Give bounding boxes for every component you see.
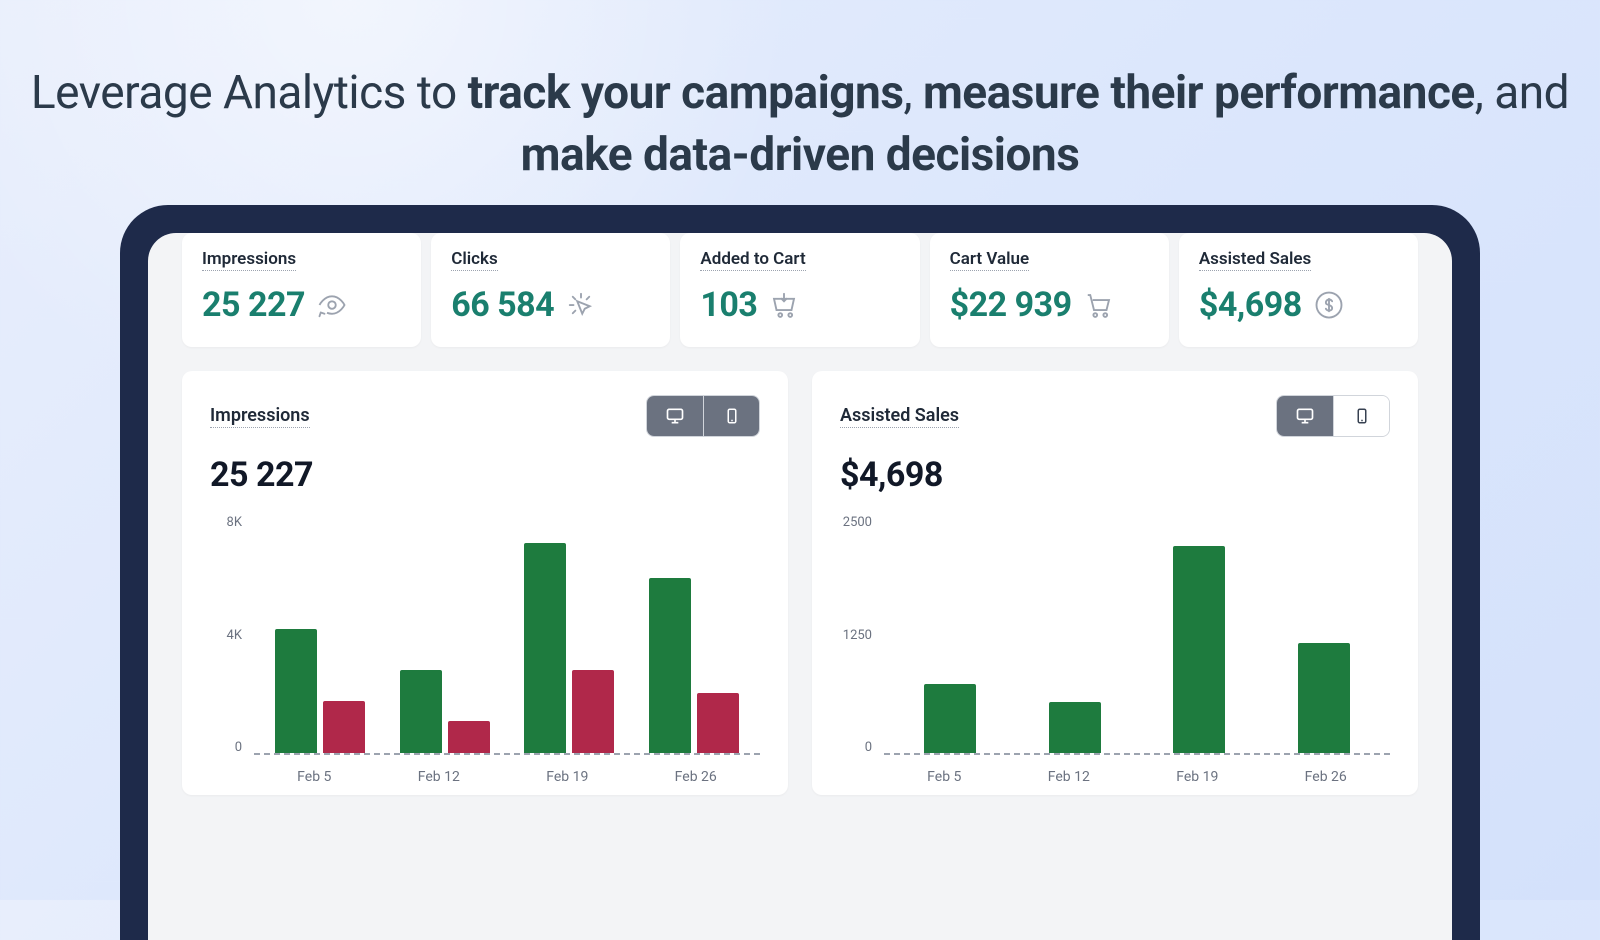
- headline-text: ,: [903, 66, 922, 120]
- stat-label: Impressions: [202, 249, 296, 271]
- y-tick: 0: [210, 740, 242, 755]
- x-tick: Feb 12: [418, 769, 460, 785]
- impressions-chart: 8K 4K 0: [210, 515, 760, 785]
- stat-card-impressions[interactable]: Impressions 25 227: [182, 233, 421, 347]
- chart-card-impressions: Impressions 25 227 8K 4K: [182, 371, 788, 795]
- device-frame: Impressions 25 227 Clicks 66 584: [120, 205, 1480, 940]
- headline-bold: make data-driven decisions: [521, 128, 1080, 182]
- y-tick: 2500: [840, 515, 872, 530]
- plot-area: [884, 523, 1390, 755]
- bar-primary: [275, 629, 317, 753]
- y-axis: 8K 4K 0: [210, 515, 250, 755]
- chart-title: Impressions: [210, 405, 310, 428]
- headline-bold: track your campaigns: [468, 66, 904, 120]
- x-tick: Feb 5: [927, 769, 961, 785]
- chart-title: Assisted Sales: [840, 405, 959, 428]
- chart-card-assisted-sales: Assisted Sales $4,698 2500 1250: [812, 371, 1418, 795]
- headline-text: , and: [1475, 66, 1569, 120]
- y-tick: 4K: [210, 628, 242, 643]
- stat-card-cart-value[interactable]: Cart Value $22 939: [930, 233, 1169, 347]
- bar-primary: [1049, 702, 1101, 753]
- device-toggle: [646, 395, 760, 437]
- dashboard-screen: Impressions 25 227 Clicks 66 584: [148, 233, 1452, 940]
- assisted-sales-chart: 2500 1250 0: [840, 515, 1390, 785]
- click-icon: [566, 290, 596, 320]
- y-tick: 0: [840, 740, 872, 755]
- chart-big-value: 25 227: [210, 455, 760, 495]
- x-axis: Feb 5 Feb 12 Feb 19 Feb 26: [254, 769, 760, 785]
- bar-primary: [1298, 643, 1350, 753]
- page-headline: Leverage Analytics to track your campaig…: [0, 0, 1600, 186]
- dollar-circle-icon: [1314, 290, 1344, 320]
- stat-card-assisted-sales[interactable]: Assisted Sales $4,698: [1179, 233, 1418, 347]
- headline-text: Leverage Analytics to: [31, 66, 468, 120]
- bar-primary: [924, 684, 976, 753]
- x-tick: Feb 19: [546, 769, 588, 785]
- bar-secondary: [572, 670, 614, 753]
- bar-group: [1013, 523, 1138, 753]
- headline-bold: measure their performance: [923, 66, 1475, 120]
- x-tick: Feb 5: [297, 769, 331, 785]
- mobile-toggle[interactable]: [703, 396, 759, 436]
- stat-label: Cart Value: [950, 249, 1030, 271]
- stat-value: 103: [700, 285, 757, 325]
- bar-secondary: [697, 693, 739, 753]
- bar-group: [1137, 523, 1262, 753]
- bar-primary: [1173, 546, 1225, 753]
- stat-value: $22 939: [950, 285, 1072, 325]
- plot-area: [254, 523, 760, 755]
- stat-value: $4,698: [1199, 285, 1302, 325]
- bar-primary: [524, 543, 566, 753]
- mobile-toggle[interactable]: [1333, 396, 1389, 436]
- stat-label: Clicks: [451, 249, 498, 271]
- bar-primary: [649, 578, 691, 753]
- x-tick: Feb 19: [1176, 769, 1218, 785]
- y-axis: 2500 1250 0: [840, 515, 880, 755]
- stat-card-clicks[interactable]: Clicks 66 584: [431, 233, 670, 347]
- bar-group: [888, 523, 1013, 753]
- stat-label: Added to Cart: [700, 249, 805, 271]
- eye-refresh-icon: [317, 290, 347, 320]
- desktop-toggle[interactable]: [1277, 396, 1333, 436]
- bar-primary: [400, 670, 442, 753]
- bar-secondary: [448, 721, 490, 753]
- charts-row: Impressions 25 227 8K 4K: [182, 371, 1418, 795]
- stats-row: Impressions 25 227 Clicks 66 584: [182, 233, 1418, 347]
- x-axis: Feb 5 Feb 12 Feb 19 Feb 26: [884, 769, 1390, 785]
- desktop-toggle[interactable]: [647, 396, 703, 436]
- bar-group: [258, 523, 383, 753]
- stat-card-added-to-cart[interactable]: Added to Cart 103: [680, 233, 919, 347]
- bar-group: [507, 523, 632, 753]
- x-tick: Feb 12: [1048, 769, 1090, 785]
- stat-value: 25 227: [202, 285, 305, 325]
- x-tick: Feb 26: [675, 769, 717, 785]
- chart-big-value: $4,698: [840, 455, 1390, 495]
- bar-secondary: [323, 701, 365, 753]
- bar-group: [632, 523, 757, 753]
- stat-value: 66 584: [451, 285, 554, 325]
- x-tick: Feb 26: [1305, 769, 1347, 785]
- bar-group: [1262, 523, 1387, 753]
- y-tick: 8K: [210, 515, 242, 530]
- stat-label: Assisted Sales: [1199, 249, 1311, 271]
- y-tick: 1250: [840, 628, 872, 643]
- cart-icon: [1084, 290, 1114, 320]
- add-to-cart-icon: [769, 290, 799, 320]
- bar-group: [383, 523, 508, 753]
- device-toggle: [1276, 395, 1390, 437]
